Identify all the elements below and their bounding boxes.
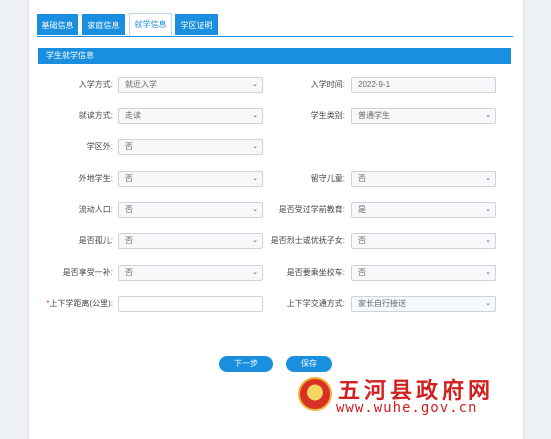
preschool-label: 是否受过学前教育:: [278, 205, 345, 214]
commute-method-select[interactable]: 家长自行接送 ⌄: [351, 296, 496, 312]
school-bus-select[interactable]: 否 ⌄: [351, 265, 496, 281]
next-button[interactable]: 下一步: [219, 356, 273, 372]
enroll-time-field[interactable]: 2022-9-1: [351, 77, 496, 93]
chevron-down-icon: ⌄: [252, 143, 258, 150]
student-type-label: 学生类别:: [310, 111, 345, 120]
out-of-district-select[interactable]: 否 ⌄: [118, 139, 263, 155]
enroll-method-label: 入学方式:: [78, 80, 113, 89]
migrant-label: 流动人口:: [78, 205, 113, 214]
chevron-down-icon: ⌄: [485, 269, 491, 276]
out-of-town-label: 外地学生:: [78, 174, 113, 183]
commute-distance-label: *上下学距离(公里):: [46, 299, 113, 308]
enroll-time-label: 入学时间:: [310, 80, 345, 89]
student-type-select[interactable]: 普通学生 ⌄: [351, 108, 496, 124]
tab-enrollment-info[interactable]: 就学信息: [129, 13, 172, 36]
watermark: 五河县政府网 www.wuhe.gov.cn: [298, 373, 508, 425]
tab-district-proof[interactable]: 学区证明: [175, 14, 218, 35]
chevron-down-icon: ⌄: [485, 112, 491, 119]
one-subsidy-label: 是否享受一补:: [62, 268, 113, 277]
orphan-label: 是否孤儿:: [78, 236, 113, 245]
out-of-district-label: 学区外:: [86, 142, 113, 151]
school-bus-label: 是否要乘坐校车:: [286, 268, 345, 277]
save-button[interactable]: 保存: [286, 356, 332, 372]
martyr-child-select[interactable]: 否 ⌄: [351, 233, 496, 249]
tab-divider: [37, 36, 513, 37]
chevron-down-icon: ⌄: [485, 206, 491, 213]
chevron-down-icon: ⌄: [485, 300, 491, 307]
preschool-select[interactable]: 是 ⌄: [351, 202, 496, 218]
chevron-down-icon: ⌄: [485, 237, 491, 244]
national-emblem-icon: [298, 377, 332, 411]
martyr-child-label: 是否烈士或优抚子女:: [270, 236, 345, 245]
chevron-down-icon: ⌄: [485, 175, 491, 182]
commute-method-label: 上下学交通方式:: [286, 299, 345, 308]
left-behind-label: 留守儿童:: [310, 174, 345, 183]
tab-basic-info[interactable]: 基础信息: [37, 14, 78, 35]
watermark-url: www.wuhe.gov.cn: [336, 400, 478, 416]
tab-family-info[interactable]: 家庭信息: [82, 14, 125, 35]
section-header: 学生就学信息: [38, 48, 511, 64]
left-behind-select[interactable]: 否 ⌄: [351, 171, 496, 187]
study-mode-label: 就读方式:: [78, 111, 113, 120]
